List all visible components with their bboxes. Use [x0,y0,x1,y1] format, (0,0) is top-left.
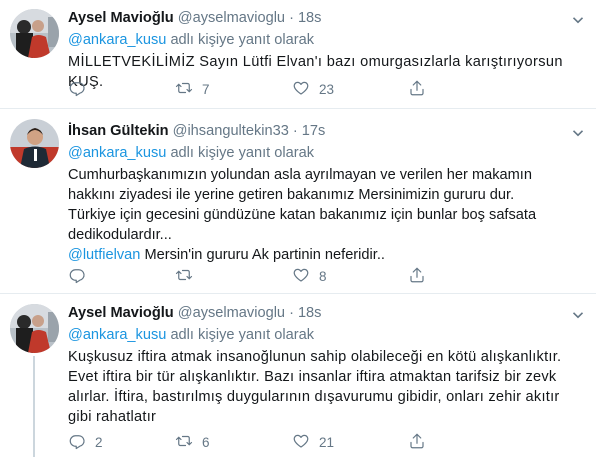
tweet-2[interactable]: İhsan Gültekin @ihsangultekin33 · 17s @ank… [0,109,596,293]
retweet-count: 7 [202,81,210,97]
replying-to: @ankara_kusu adlı kişiye yanıt olarak [68,30,584,50]
chevron-down-icon[interactable] [572,307,584,319]
like-count: 21 [319,434,335,450]
mention-link[interactable]: @ankara_kusu [68,145,166,161]
reply-icon [68,266,86,287]
retweet-count: 6 [202,434,210,450]
replying-suffix: adlı kişiye yanıt olarak [166,32,315,48]
separator-dot: · [289,10,294,26]
heart-icon [292,79,310,100]
chevron-down-icon[interactable] [572,12,584,24]
replying-suffix: adlı kişiye yanıt olarak [166,145,315,161]
tweet-text-line: Cumhurbaşkanımızın yolundan asla ayrılma… [68,167,532,183]
like-button[interactable]: 8 [292,266,327,286]
thread-line [33,356,35,457]
reply-button[interactable] [68,79,95,99]
tweet-1[interactable]: Aysel Mavioğlu @ayselmavioglu · 18s @ankar… [0,0,596,108]
retweet-icon [175,266,193,287]
retweet-button[interactable]: 6 [175,432,210,452]
timestamp[interactable]: 18s [298,305,322,321]
share-button[interactable] [408,432,426,452]
replying-to: @ankara_kusu adlı kişiye yanıt olarak [68,143,584,163]
avatar[interactable] [10,119,59,168]
retweet-button[interactable] [175,266,202,286]
separator-dot: · [292,123,298,139]
share-button[interactable] [408,266,426,286]
chevron-down-icon[interactable] [572,125,584,137]
tweet-text-line: alırlar. İftira, bastırılmış duygularını… [68,389,560,405]
share-button[interactable] [408,79,426,99]
separator-dot: · [289,305,294,321]
mention-link[interactable]: @ankara_kusu [68,32,166,48]
retweet-button[interactable]: 7 [175,79,210,99]
tweet-text-line: Evet iftira bir tür alışkanlıktır. Bazı … [68,369,557,385]
retweet-icon [175,432,193,453]
reply-count: 2 [95,434,103,450]
reply-button[interactable]: 2 [68,432,103,452]
heart-icon [292,432,310,453]
replying-suffix: adlı kişiye yanıt olarak [166,327,315,343]
tweet-text-line: dedikodulardır... [68,227,172,243]
timestamp[interactable]: 17s [302,123,326,139]
timestamp[interactable]: 18s [298,10,322,26]
tweet-text-line: hakkını ziyadesi ile yerine getiren baka… [68,187,515,203]
author-handle[interactable]: @ayselmavioglu [178,10,285,26]
author-name[interactable]: İhsan Gültekin [68,123,169,139]
author-handle[interactable]: @ihsangultekin33 [173,123,289,139]
heart-icon [292,266,310,287]
tweet-text-fragment: Mersin'in gururu Ak partinin neferidir.. [140,247,385,263]
mention-link[interactable]: @ankara_kusu [68,327,166,343]
author-name[interactable]: Aysel Mavioğlu [68,10,174,26]
like-button[interactable]: 23 [292,79,334,99]
reply-button[interactable] [68,266,95,286]
reply-icon [68,79,86,100]
tweet-actions: 8 [68,266,508,286]
tweet-text-line: @lutfielvan Mersin'in gururu Ak partinin… [68,245,584,265]
avatar[interactable] [10,9,59,58]
share-icon [408,79,426,100]
tweet-text-line: Türkiye için gecesini gündüzüne katan ba… [68,207,537,223]
reply-icon [68,432,86,453]
tweet-text-line: Kuşkusuz iftira atmak insanoğlunun sahip… [68,349,562,365]
author-name[interactable]: Aysel Mavioğlu [68,305,174,321]
tweet-actions: 7 23 [68,79,508,99]
tweet-text: Cumhurbaşkanımızın yolundan asla ayrılma… [68,165,584,265]
tweet-3[interactable]: Aysel Mavioğlu @ayselmavioglu · 18s @ankar… [0,294,596,457]
share-icon [408,432,426,453]
tweet-text-line: gibi rahatlatır [68,409,157,425]
retweet-icon [175,79,193,100]
like-count: 8 [319,268,327,284]
tweet-text: Kuşkusuz iftira atmak insanoğlunun sahip… [68,347,584,427]
tweet-actions: 2 6 21 [68,432,508,452]
share-icon [408,266,426,287]
mention-link[interactable]: @lutfielvan [68,247,140,263]
avatar[interactable] [10,304,59,353]
like-button[interactable]: 21 [292,432,334,452]
replying-to: @ankara_kusu adlı kişiye yanıt olarak [68,325,584,345]
like-count: 23 [319,81,335,97]
author-handle[interactable]: @ayselmavioglu [178,305,285,321]
